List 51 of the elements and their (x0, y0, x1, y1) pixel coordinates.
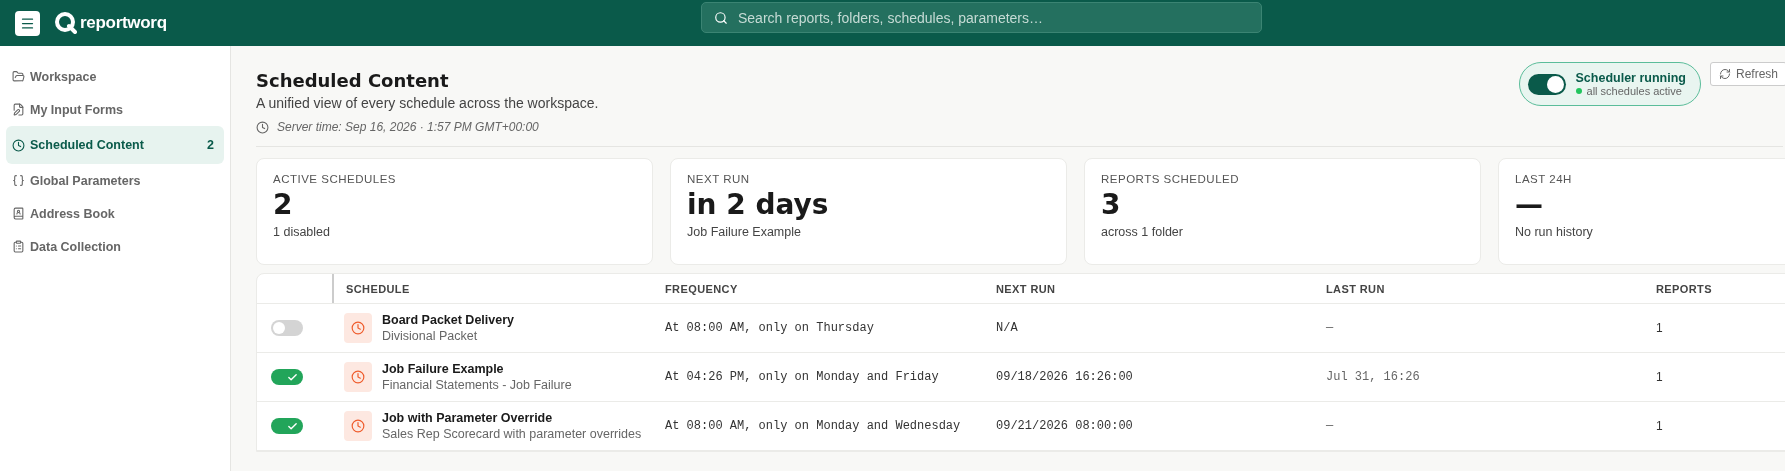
sidebar-item[interactable]: Global Parameters (6, 164, 224, 197)
schedule-name[interactable]: Job with Parameter Override (382, 411, 642, 425)
count-label: 2 (207, 138, 214, 152)
stat-note: 1 disabled (273, 225, 331, 239)
sidebar-item[interactable]: Data Collection (6, 230, 224, 263)
frequency-cell-text: At 08:00 AM, only on Monday and Wednesday (665, 419, 962, 433)
stat-label: REPORTS SCHEDULED (1101, 173, 1240, 185)
stat-label: ACTIVE SCHEDULES (273, 173, 398, 185)
column-header: REPORTS (1656, 281, 1713, 297)
schedule-name[interactable]: Job Failure Example (382, 362, 572, 376)
next-run-cell-text: N/A (996, 321, 1019, 335)
schedule-subtitle: Financial Statements - Job Failure (382, 378, 572, 392)
sidebar-item[interactable]: Workspace (6, 60, 224, 93)
last-run-cell-text: Jul 31, 16:26 (1326, 370, 1421, 384)
column-header: LAST RUN (1326, 281, 1386, 297)
next-run-cell-text: 09/18/2026 16:26:00 (996, 370, 1134, 384)
frequency-cell-text: At 04:26 PM, only on Monday and Friday (665, 370, 940, 384)
column-header: SCHEDULE (332, 274, 665, 303)
column-header: NEXT RUN (996, 281, 1057, 297)
next-run-cell-text: 09/21/2026 08:00:00 (996, 419, 1134, 433)
stat-value: 2 (273, 188, 294, 221)
last-run-cell-text: — (1326, 321, 1335, 335)
sidebar-item[interactable]: Address Book (6, 197, 224, 230)
frequency-cell-text: At 08:00 AM, only on Thursday (665, 321, 875, 335)
reports-cell-text: 1 (1656, 321, 1664, 335)
sidebar-item[interactable]: Scheduled Content 2 (6, 126, 224, 164)
schedule-subtitle: Sales Rep Scorecard with parameter overrides (382, 427, 642, 441)
stat-note: No run history (1515, 225, 1594, 239)
search-field[interactable]: Search reports, folders, schedules, parameters… (701, 2, 1262, 33)
brand-name: reportworq (80, 13, 167, 33)
stat-value: in 2 days (687, 188, 830, 221)
stat-value: — (1515, 188, 1544, 221)
schedule-subtitle: Divisional Packet (382, 329, 479, 343)
scheduler-status-text: all schedules active (1586, 85, 1682, 97)
page-subtitle: A unified view of every schedule across the workspace. (256, 95, 599, 111)
schedule-name[interactable]: Board Packet Delivery (382, 313, 514, 327)
scheduler-label: Scheduler running (1575, 71, 1686, 85)
stat-note: Job Failure Example (687, 225, 802, 239)
stat-label: LAST 24H (1515, 173, 1573, 185)
stat-value: 3 (1101, 188, 1122, 221)
reports-cell-text: 1 (1656, 419, 1664, 433)
page-title: Scheduled Content (256, 70, 450, 91)
reports-cell-text: 1 (1656, 370, 1664, 384)
stat-note: across 1 folder (1101, 225, 1184, 239)
sidebar-item[interactable]: My Input Forms (6, 93, 224, 126)
last-run-cell-text: — (1326, 419, 1335, 433)
server-time: Server time: Sep 16, 2026 · 1:57 PM GMT+00:00 (277, 120, 539, 134)
search-input[interactable]: Search reports, folders, schedules, parameters… (736, 8, 1249, 27)
column-header: FREQUENCY (665, 281, 739, 297)
stat-label: NEXT RUN (687, 173, 751, 185)
refresh-button[interactable]: Refresh (1709, 62, 1785, 86)
